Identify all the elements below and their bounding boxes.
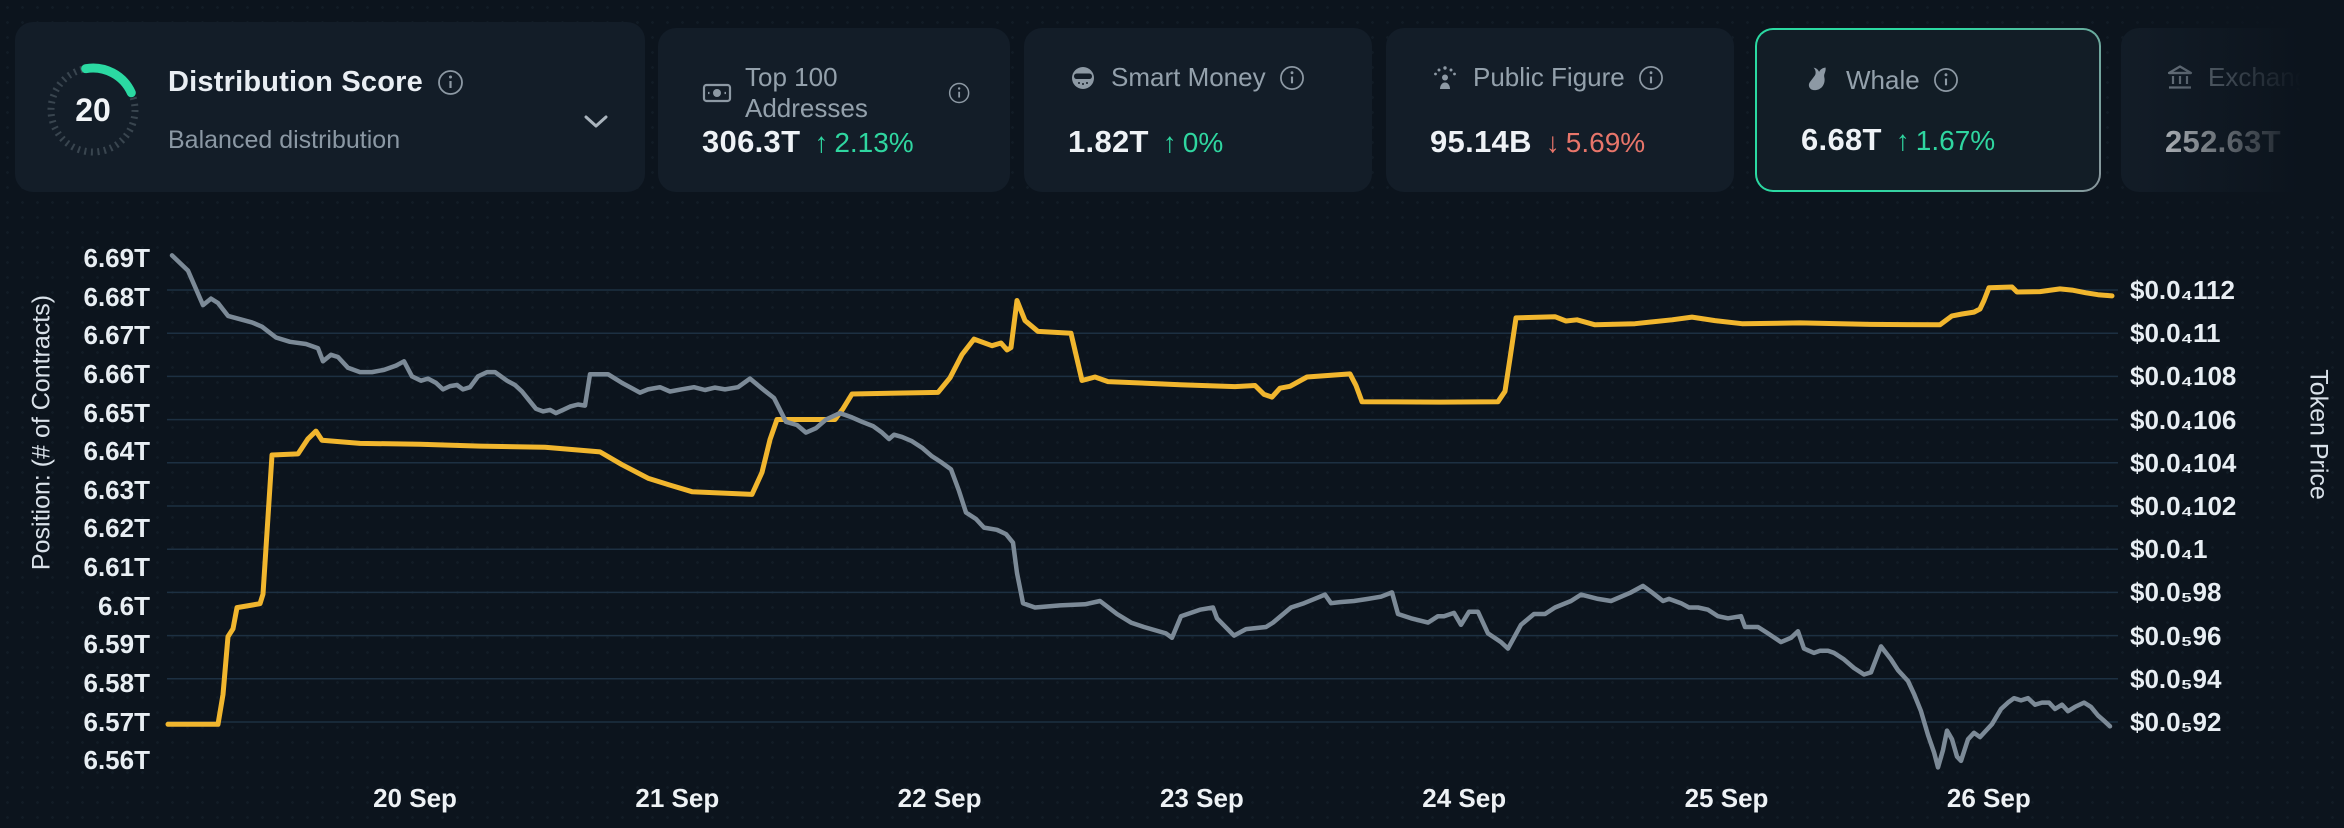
axis-tick-label: $0.0₅94: [2130, 663, 2222, 694]
axis-tick-label: $0.0₄112: [2130, 275, 2235, 305]
axis-tick-label: $0.0₄108: [2130, 361, 2237, 392]
axis-tick-label: $0.0₄1: [2130, 534, 2208, 565]
axis-tick-label: $0.0₄102: [2130, 491, 2237, 521]
axis-tick-label: 20 Sep: [373, 783, 457, 813]
axis-tick-label: $0.0₅98: [2130, 577, 2222, 608]
axis-tick-label: 6.63T: [83, 474, 151, 505]
axis-tick-label: 26 Sep: [1946, 783, 2031, 813]
axis-tick-label: 6.57T: [83, 706, 151, 737]
axis-tick-label: $0.0₄11: [2130, 318, 2221, 349]
axis-tick-label: 23 Sep: [1159, 783, 1244, 813]
axis-tick-label: 6.59T: [83, 629, 151, 660]
series-token-price[interactable]: [169, 253, 2113, 770]
axis-tick-label: 6.62T: [83, 513, 151, 544]
axis-tick-label: $0.0₄106: [2130, 404, 2237, 435]
axis-tick-label: 25 Sep: [1684, 783, 1769, 813]
axis-tick-label: 6.6T: [97, 590, 150, 621]
axis-tick-label: 6.67T: [83, 320, 151, 351]
axis-tick-label: 22 Sep: [897, 783, 982, 813]
axis-tick-label: 6.61T: [83, 552, 151, 583]
dual-axis-line-chart[interactable]: [0, 0, 2344, 828]
axis-tick-label: $0.0₅96: [2130, 620, 2222, 651]
axis-tick-label: 21 Sep: [635, 783, 720, 813]
axis-tick-label: 6.64T: [83, 436, 151, 467]
axis-tick-label: 24 Sep: [1422, 783, 1507, 813]
axis-tick-label: 6.56T: [83, 745, 151, 776]
axis-tick-label: 6.58T: [83, 667, 151, 698]
axis-tick-label: $0.0₅92: [2130, 707, 2222, 737]
axis-tick-label: 6.65T: [83, 397, 151, 428]
axis-tick-label: $0.0₄104: [2130, 447, 2237, 478]
axis-tick-label: 6.69T: [83, 243, 151, 273]
axis-tick-label: 6.66T: [83, 358, 151, 389]
axis-tick-label: 6.68T: [83, 281, 151, 312]
